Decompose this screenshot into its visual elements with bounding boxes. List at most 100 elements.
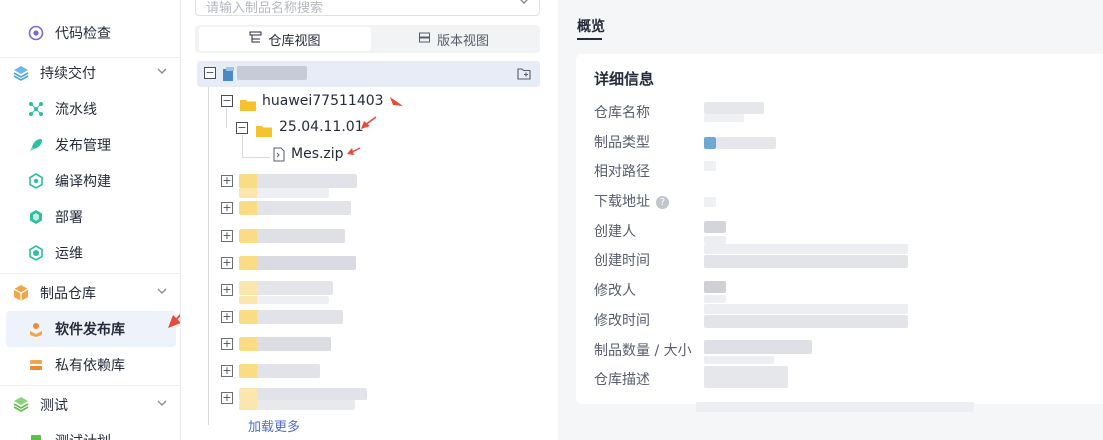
chevron-down-icon	[157, 65, 167, 79]
build-icon	[27, 172, 45, 190]
search-input[interactable]: 请输入制品名称搜索	[195, 0, 540, 16]
redacted-item	[239, 174, 357, 188]
redacted-item	[239, 310, 343, 324]
redacted-value	[704, 221, 726, 233]
sidebar-item-code-check[interactable]: 代码检查	[0, 15, 180, 51]
sidebar-item-label: 部署	[55, 210, 83, 226]
annotation-arrow-icon	[390, 97, 403, 106]
expand-toggle-icon[interactable]: +	[221, 365, 233, 377]
tree-root-row[interactable]: −	[197, 61, 540, 87]
redacted-value	[704, 244, 908, 254]
sidebar-item-release[interactable]: 发布管理	[0, 127, 180, 163]
sidebar-item-build[interactable]: 编译构建	[0, 163, 180, 199]
tab-label: 仓库视图	[268, 33, 321, 49]
sidebar-group-label: 测试	[40, 398, 68, 414]
sidebar-item-pipeline[interactable]: 流水线	[0, 91, 180, 127]
redacted-value	[696, 402, 974, 412]
field-label-modifier: 修改人	[594, 283, 636, 299]
redacted-value	[704, 236, 726, 244]
redacted-item	[239, 201, 351, 215]
folder-open-icon	[240, 96, 256, 111]
view-switcher: 仓库视图 版本视图	[195, 25, 540, 53]
redacted-value	[704, 161, 716, 171]
sidebar-item-ops[interactable]: 运维	[0, 235, 180, 271]
redacted-repo-name	[237, 66, 307, 80]
expand-toggle-icon[interactable]: +	[221, 338, 233, 350]
sidebar-item-label: 代码检查	[55, 26, 111, 42]
expand-toggle-icon[interactable]: +	[221, 392, 233, 404]
load-more-link[interactable]: 加载更多	[248, 416, 300, 435]
version-view-icon	[418, 31, 431, 48]
redacted-item	[239, 281, 333, 295]
field-label-creator: 创建人	[594, 224, 636, 240]
tab-repo-view[interactable]: 仓库视图	[199, 27, 371, 51]
tree-guide-line	[242, 157, 270, 158]
tree-node-label: 25.04.11.01	[279, 119, 364, 135]
add-folder-icon[interactable]	[517, 66, 532, 85]
expand-toggle-icon[interactable]: +	[221, 202, 233, 214]
sidebar-group-delivery[interactable]: 持续交付	[0, 55, 180, 91]
sidebar: 代码检查 持续交付 流水线 发布管理 编译构建 部署 运维 制品仓库 软件发布库…	[0, 0, 181, 440]
sidebar-item-label: 发布管理	[55, 138, 111, 154]
redacted-value	[704, 356, 774, 364]
tree-node-label: Mes.zip	[291, 146, 344, 162]
help-icon[interactable]: ?	[656, 195, 669, 209]
sidebar-group-artifact-repo[interactable]: 制品仓库	[0, 275, 180, 311]
field-label-description: 仓库描述	[594, 372, 650, 388]
pipeline-icon	[27, 100, 45, 118]
redacted-value	[704, 295, 726, 303]
expand-toggle-icon[interactable]: +	[221, 230, 233, 242]
field-label-relative-path: 相对路径	[594, 164, 650, 180]
tree-guide-line	[208, 87, 209, 425]
redacted-item	[239, 188, 329, 198]
sidebar-item-software-release[interactable]: 软件发布库	[6, 311, 176, 347]
chevron-down-icon	[157, 397, 167, 411]
redacted-item	[239, 388, 367, 400]
redacted-item	[239, 296, 329, 304]
sidebar-item-label: 编译构建	[55, 174, 111, 190]
field-label-download-url: 下载地址?	[594, 191, 669, 211]
sidebar-item-test-plan[interactable]: 测试计划	[0, 423, 180, 440]
app-root: 代码检查 持续交付 流水线 发布管理 编译构建 部署 运维 制品仓库 软件发布库…	[0, 0, 1103, 440]
redacted-item	[239, 337, 331, 351]
sidebar-item-private-dependency[interactable]: 私有依赖库	[0, 347, 180, 383]
test-icon	[12, 396, 30, 414]
sidebar-group-test[interactable]: 测试	[0, 387, 180, 423]
tab-version-view[interactable]: 版本视图	[371, 27, 536, 51]
field-label-artifact-type: 制品类型	[594, 135, 650, 151]
collapse-toggle-icon[interactable]: −	[221, 95, 233, 107]
sidebar-item-deploy[interactable]: 部署	[0, 199, 180, 235]
redacted-value	[704, 137, 716, 149]
redacted-value	[704, 102, 764, 114]
redacted-value	[704, 304, 908, 314]
deploy-icon	[27, 208, 45, 226]
sidebar-item-label: 软件发布库	[55, 322, 125, 338]
chevron-down-icon	[519, 0, 529, 9]
sidebar-divider	[0, 273, 180, 274]
field-label-created-time: 创建时间	[594, 253, 650, 269]
release-icon	[27, 136, 45, 154]
private-dependency-icon	[27, 356, 45, 374]
annotation-arrow-icon	[347, 147, 361, 155]
tree-node-label: huawei77511403	[262, 93, 384, 109]
sidebar-item-label: 运维	[55, 246, 83, 262]
sidebar-item-label: 流水线	[55, 102, 97, 118]
redacted-value	[704, 315, 908, 328]
redacted-item	[239, 229, 345, 243]
sidebar-group-label: 持续交付	[40, 66, 96, 82]
sidebar-group-label: 制品仓库	[40, 286, 96, 302]
expand-toggle-icon[interactable]: +	[221, 311, 233, 323]
expand-toggle-icon[interactable]: +	[221, 257, 233, 269]
tree-guide-line	[226, 108, 227, 128]
delivery-icon	[12, 64, 30, 82]
redacted-value	[704, 255, 908, 268]
collapse-toggle-icon[interactable]: −	[236, 122, 248, 134]
redacted-value	[704, 197, 716, 207]
redacted-value	[704, 366, 788, 388]
collapse-toggle-icon[interactable]: −	[204, 67, 216, 79]
redacted-item	[239, 256, 356, 270]
expand-toggle-icon[interactable]: +	[221, 284, 233, 296]
repo-view-icon	[249, 31, 262, 48]
expand-toggle-icon[interactable]: +	[221, 175, 233, 187]
tab-overview[interactable]: 概览	[577, 16, 605, 36]
